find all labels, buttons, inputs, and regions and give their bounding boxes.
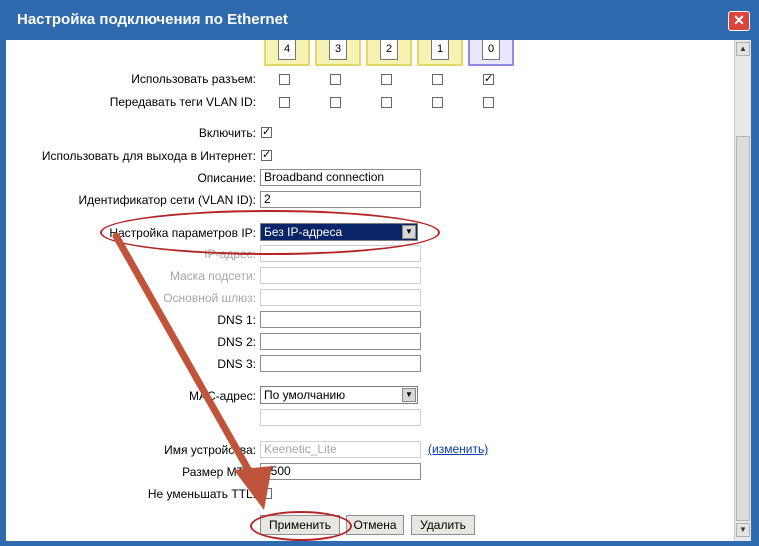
arrow-head: [234, 466, 272, 510]
arrow-shaft: [112, 232, 257, 482]
annotation-arrow: [112, 232, 272, 510]
